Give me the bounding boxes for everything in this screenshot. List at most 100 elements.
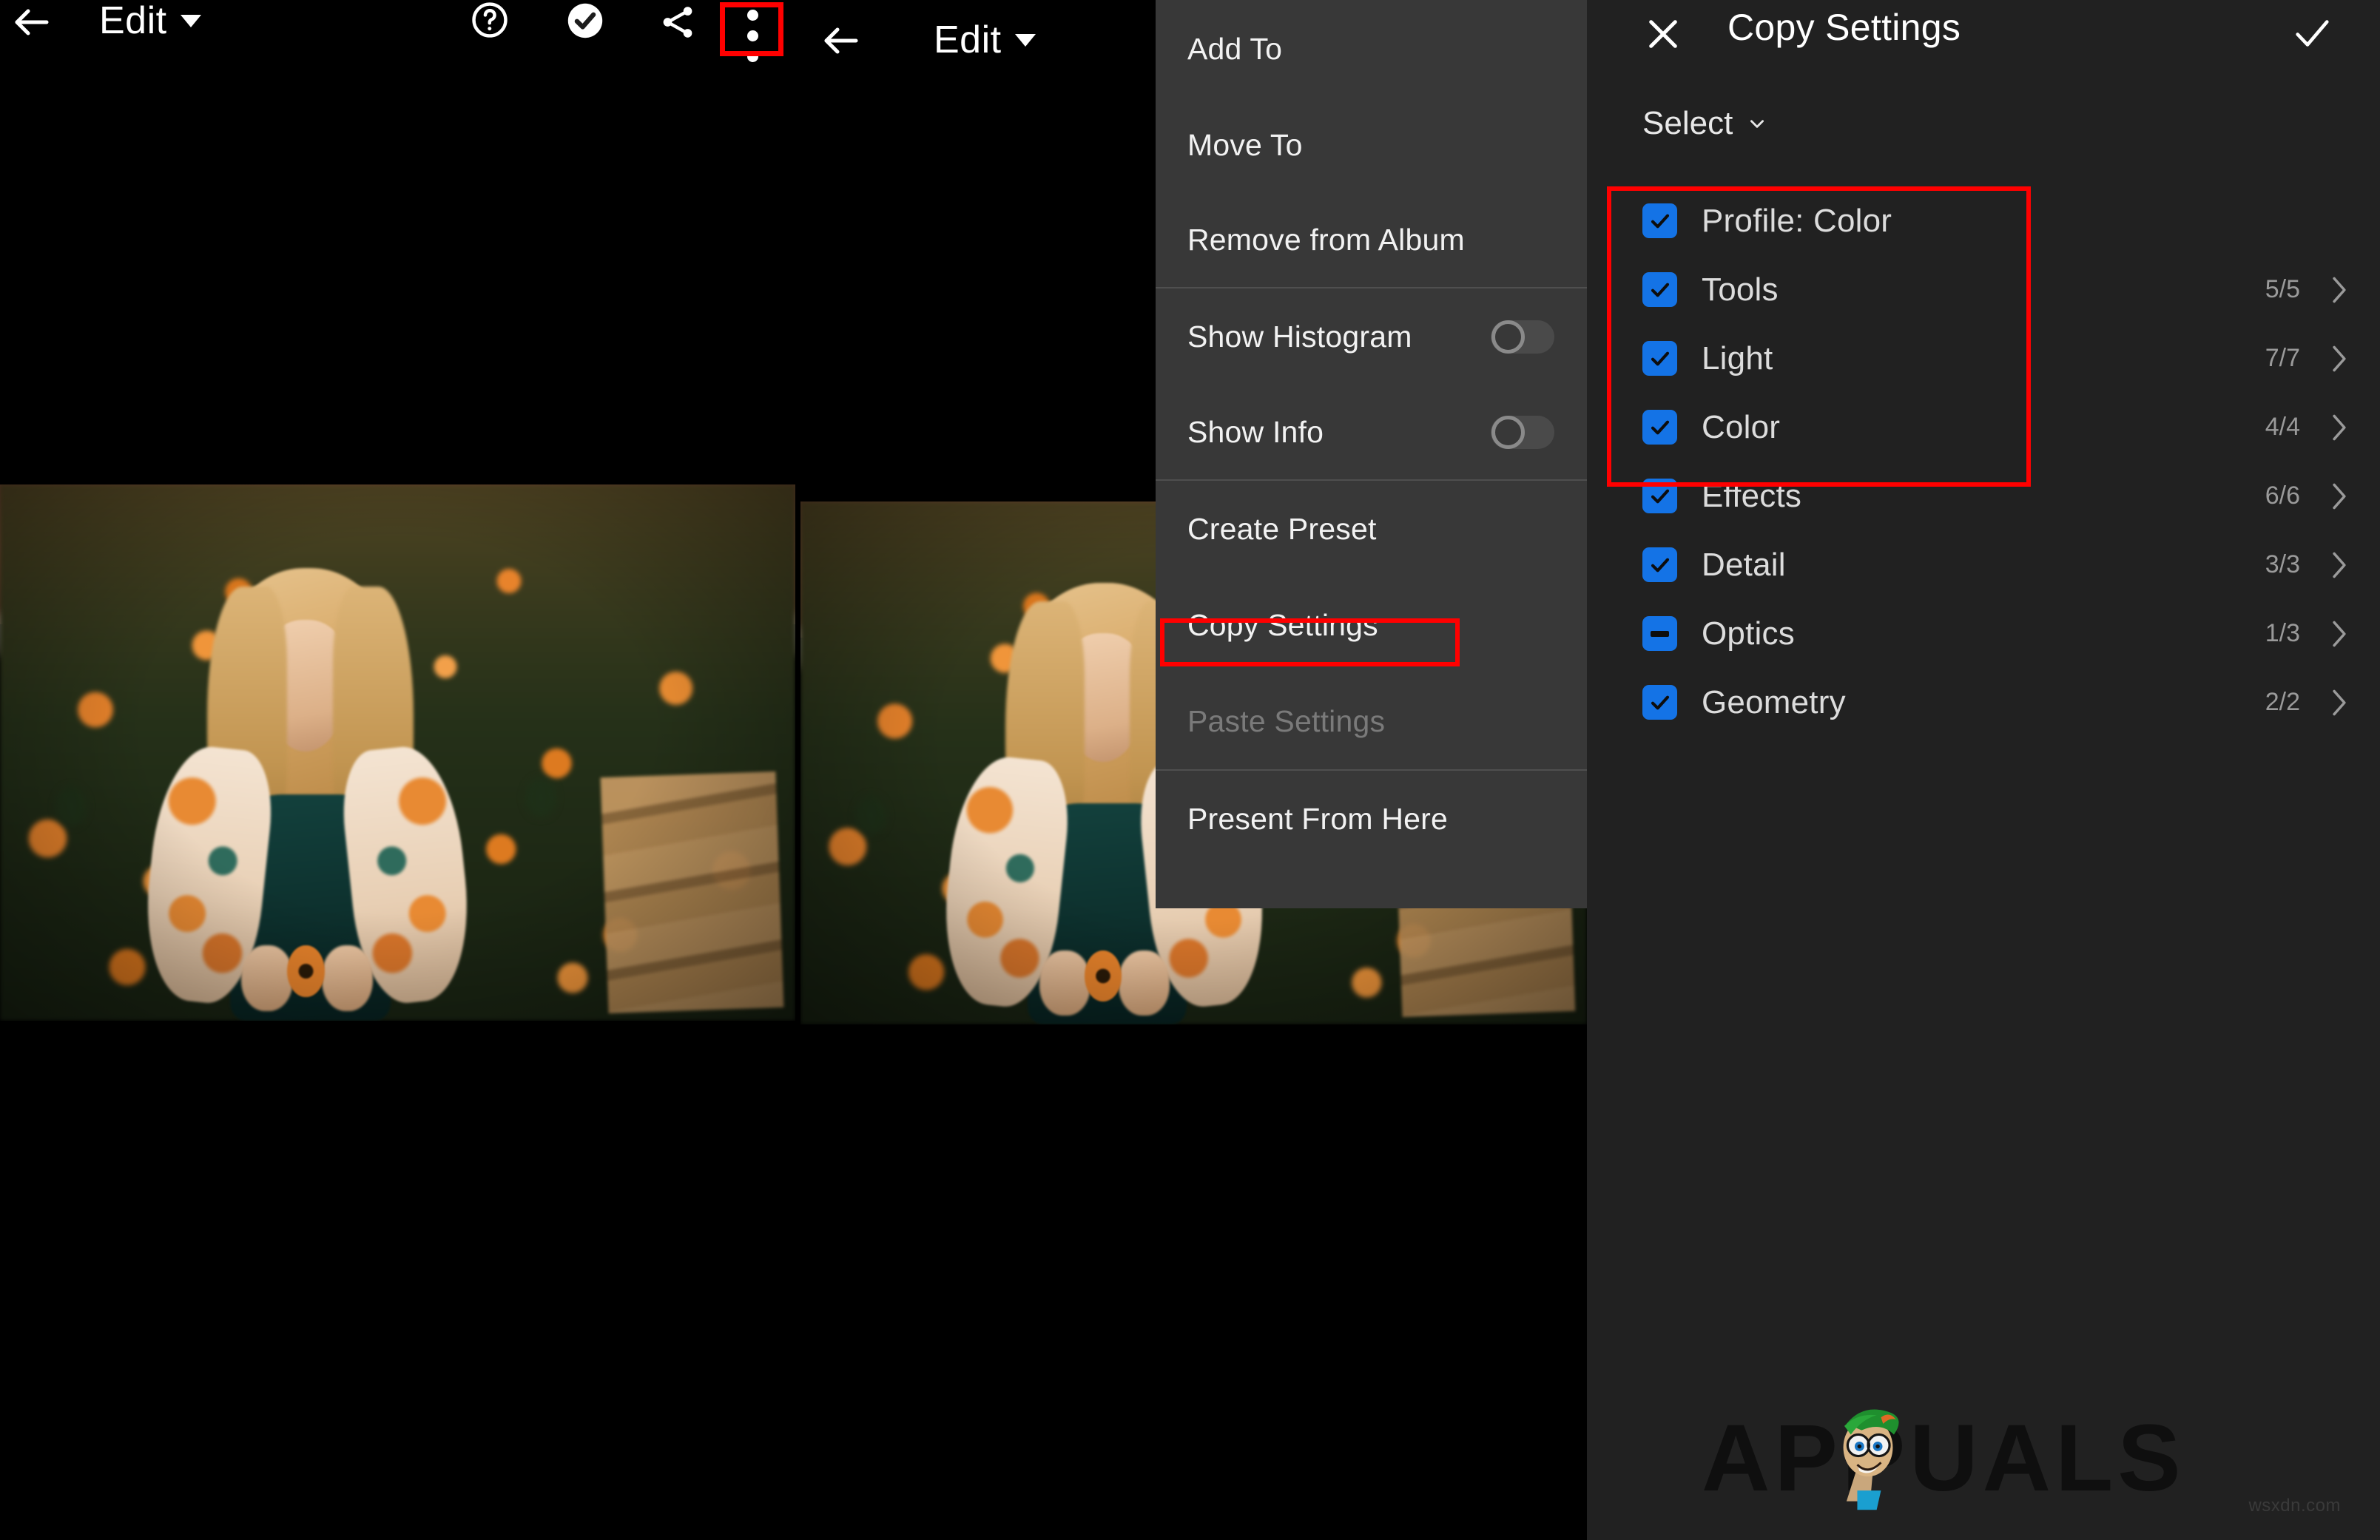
minus-icon	[1651, 630, 1669, 637]
menu-item-label: Move To	[1187, 127, 1303, 162]
copy-settings-list: Profile: Color Tools 5/5 Light 7/7 Color…	[1642, 186, 2380, 737]
checkbox-checked[interactable]	[1642, 479, 1677, 513]
chevron-right-icon[interactable]	[2331, 345, 2347, 373]
setting-row-optics[interactable]: Optics 1/3	[1642, 599, 2380, 668]
setting-meta: 2/2	[2265, 688, 2347, 717]
back-arrow-icon	[824, 27, 858, 54]
chevron-down-icon	[1750, 120, 1764, 128]
menu-item-present-from-here[interactable]: Present From Here	[1156, 771, 1587, 867]
confirm-button[interactable]	[564, 0, 607, 42]
setting-row-tools[interactable]: Tools 5/5	[1642, 255, 2380, 324]
copy-settings-panel: Copy Settings Select Profile: Color Tool…	[1587, 0, 2380, 1540]
menu-item-add-to[interactable]: Add To	[1156, 0, 1587, 98]
photo-editor-area: Edit Edit Add To Move To Remove from Alb…	[0, 0, 1587, 1540]
check-icon	[1651, 489, 1669, 503]
setting-row-geometry[interactable]: Geometry 2/2	[1642, 668, 2380, 737]
close-icon	[1649, 20, 1677, 48]
help-circle-icon	[472, 2, 508, 38]
setting-label: Profile: Color	[1702, 202, 1892, 239]
menu-item-label: Paste Settings	[1187, 703, 1386, 738]
caret-down-icon	[1014, 33, 1036, 47]
setting-meta: 3/3	[2265, 550, 2347, 579]
chevron-right-icon[interactable]	[2331, 689, 2347, 717]
check-icon	[1651, 558, 1669, 572]
checkbox-checked[interactable]	[1642, 685, 1677, 720]
edit-label-secondary: Edit	[934, 18, 1002, 61]
toggle-knob	[1491, 415, 1525, 449]
edit-dropdown-secondary[interactable]: Edit	[934, 18, 1036, 62]
apply-copy-settings-button[interactable]	[2290, 12, 2333, 55]
setting-meta: 1/3	[2265, 619, 2347, 648]
setting-count: 3/3	[2265, 550, 2300, 578]
setting-label: Detail	[1702, 546, 1786, 583]
setting-count: 2/2	[2265, 688, 2300, 716]
checkbox-checked[interactable]	[1642, 547, 1677, 582]
menu-item-move-to[interactable]: Move To	[1156, 98, 1587, 192]
setting-count: 4/4	[2265, 413, 2300, 441]
close-panel-button[interactable]	[1642, 13, 1684, 55]
setting-count: 1/3	[2265, 619, 2300, 647]
back-button-secondary[interactable]	[815, 15, 867, 67]
photo-preview-left[interactable]	[0, 484, 795, 1021]
menu-item-show-info[interactable]: Show Info	[1156, 385, 1587, 479]
chevron-right-icon[interactable]	[2331, 551, 2347, 579]
checkbox-checked[interactable]	[1642, 341, 1677, 376]
check-icon	[1651, 351, 1669, 365]
menu-item-label: Remove from Album	[1187, 222, 1465, 257]
menu-item-create-preset[interactable]: Create Preset	[1156, 481, 1587, 577]
checkmark-icon	[2296, 20, 2329, 47]
setting-count: 6/6	[2265, 482, 2300, 510]
check-circle-icon	[567, 3, 603, 38]
setting-meta: 7/7	[2265, 344, 2347, 373]
share-button[interactable]	[657, 1, 698, 43]
menu-item-remove-from-album[interactable]: Remove from Album	[1156, 192, 1587, 287]
show-histogram-toggle[interactable]	[1491, 320, 1554, 354]
select-label: Select	[1642, 105, 1733, 141]
setting-count: 7/7	[2265, 344, 2300, 372]
setting-meta: 6/6	[2265, 482, 2347, 510]
back-button-primary[interactable]	[6, 0, 58, 48]
chevron-right-icon[interactable]	[2331, 620, 2347, 648]
setting-label: Tools	[1702, 271, 1779, 308]
help-button[interactable]	[469, 0, 510, 41]
checkbox-checked[interactable]	[1642, 272, 1677, 307]
setting-row-effects[interactable]: Effects 6/6	[1642, 462, 2380, 530]
menu-item-label: Show Histogram	[1187, 319, 1412, 354]
edit-label-primary: Edit	[99, 0, 167, 42]
copy-settings-header: Copy Settings	[1587, 0, 2380, 87]
select-dropdown[interactable]: Select	[1642, 105, 1767, 142]
setting-label: Light	[1702, 340, 1773, 376]
menu-item-paste-settings: Paste Settings	[1156, 673, 1587, 769]
setting-row-color[interactable]: Color 4/4	[1642, 393, 2380, 462]
check-icon	[1651, 420, 1669, 434]
caret-down-icon	[180, 14, 201, 27]
setting-row-profile-color[interactable]: Profile: Color	[1642, 186, 2380, 255]
show-info-toggle[interactable]	[1491, 415, 1554, 449]
edit-dropdown-primary[interactable]: Edit	[99, 0, 201, 43]
setting-label: Color	[1702, 408, 1781, 445]
overflow-menu: Add To Move To Remove from Album Show Hi…	[1156, 0, 1587, 908]
check-icon	[1651, 283, 1669, 297]
menu-item-label: Present From Here	[1187, 801, 1449, 836]
checkbox-checked[interactable]	[1642, 203, 1677, 238]
menu-item-copy-settings[interactable]: Copy Settings	[1156, 577, 1587, 673]
more-options-highlight	[720, 2, 783, 56]
panel-title: Copy Settings	[1727, 7, 1961, 48]
menu-item-label: Show Info	[1187, 414, 1324, 449]
check-icon	[1651, 214, 1669, 228]
checkbox-checked[interactable]	[1642, 410, 1677, 445]
setting-meta: 5/5	[2265, 275, 2347, 304]
setting-count: 5/5	[2265, 275, 2300, 303]
checkbox-indeterminate[interactable]	[1642, 616, 1677, 651]
chevron-right-icon[interactable]	[2331, 413, 2347, 442]
chevron-right-icon[interactable]	[2331, 482, 2347, 510]
setting-row-light[interactable]: Light 7/7	[1642, 324, 2380, 393]
photo-content	[0, 484, 795, 1021]
photo-vignette	[0, 484, 795, 1021]
setting-label: Optics	[1702, 615, 1795, 652]
chevron-right-icon[interactable]	[2331, 276, 2347, 304]
screenshot-root: Edit Edit Add To Move To Remove from Alb…	[0, 0, 2380, 1540]
setting-label: Effects	[1702, 477, 1802, 514]
menu-item-show-histogram[interactable]: Show Histogram	[1156, 288, 1587, 385]
setting-row-detail[interactable]: Detail 3/3	[1642, 530, 2380, 599]
